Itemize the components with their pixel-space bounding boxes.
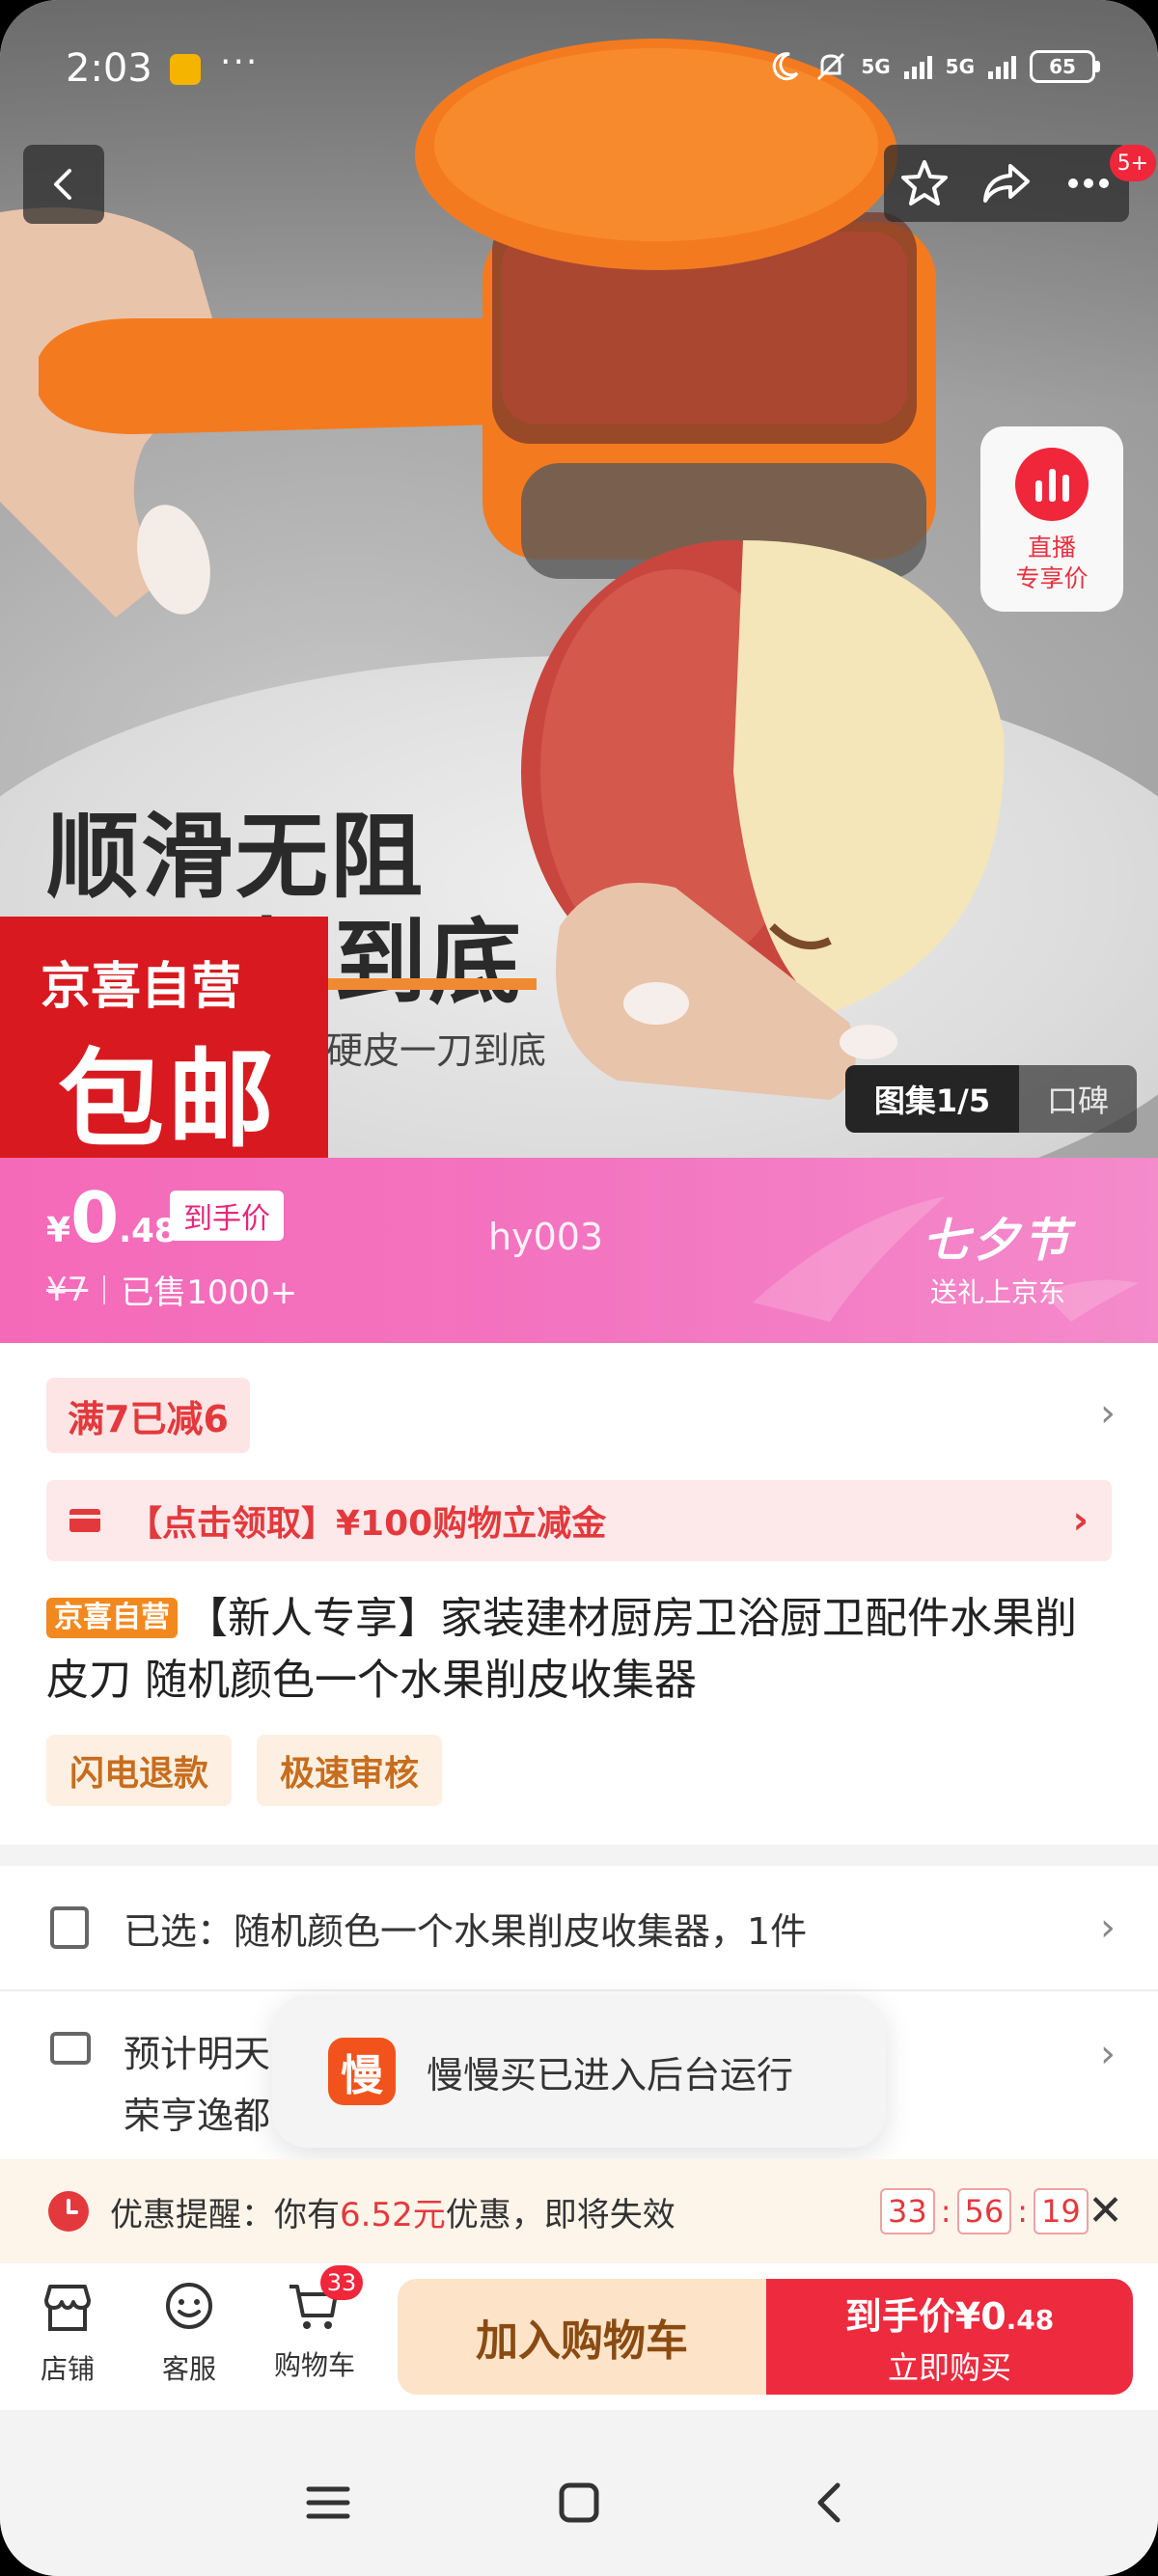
price-currency: ¥: [46, 1211, 71, 1250]
watermark-text: hy003: [488, 1216, 604, 1258]
selected-spec-row[interactable]: 已选：随机颜色一个水果削皮收集器，1件 ›: [0, 1866, 1158, 1991]
claim-coupon-bar[interactable]: 【点击领取】¥100购物立减金 ›: [46, 1480, 1112, 1561]
tab-reviews[interactable]: 口碑: [1019, 1077, 1137, 1121]
home-square-icon: [559, 2482, 599, 2523]
back-button[interactable]: [23, 145, 104, 224]
price-decimal: .48: [119, 1212, 178, 1250]
promo-badge-top: 京喜自营: [41, 958, 242, 1016]
tag-fast-refund: 闪电退款: [46, 1735, 233, 1806]
store-icon: [44, 2285, 91, 2331]
live-price-card[interactable]: 直播 专享价: [980, 426, 1123, 612]
spec-icon: [50, 1906, 89, 1949]
self-operated-badge: 京喜自营: [46, 1598, 178, 1638]
original-price: ¥7: [46, 1270, 89, 1309]
product-title-text: 【新人专享】家装建材厨房卫浴厨卫配件水果削皮刀 随机颜色一个水果削皮收集器: [46, 1594, 1077, 1705]
gallery-tabs: 图集1/5 口碑: [845, 1065, 1137, 1133]
system-navigation-bar: [0, 2410, 1158, 2576]
store-label: 店铺: [40, 2353, 95, 2385]
customer-service-button[interactable]: 客服: [141, 2279, 237, 2387]
tab-gallery[interactable]: 图集1/5: [845, 1065, 1019, 1133]
sold-count: 已售1000+: [121, 1274, 298, 1312]
network-type-1: 5G: [861, 55, 891, 78]
service-label: 客服: [161, 2353, 216, 2385]
background-toast: 慢 慢慢买已进入后台运行: [272, 1995, 886, 2148]
moon-icon: [773, 52, 799, 81]
clock-icon: [48, 2191, 89, 2232]
status-bar: 2:03 ··· 5G 5G 65: [0, 0, 1158, 135]
notification-app-icon: [170, 54, 201, 85]
chevron-left-icon: [54, 169, 71, 200]
network-type-2: 5G: [945, 55, 975, 78]
back-arrow-icon: [817, 2482, 841, 2523]
system-back-button[interactable]: [791, 2464, 868, 2541]
more-icon[interactable]: [1062, 156, 1116, 210]
chevron-right-icon: ›: [1072, 1498, 1089, 1543]
delivery-address: 荣亨逸都: [124, 2095, 271, 2137]
mute-icon: [817, 52, 845, 81]
countdown-minutes: 56: [956, 2188, 1012, 2234]
more-badge: 5+: [1109, 145, 1156, 181]
chevron-right-icon: ›: [1100, 1905, 1116, 1950]
countdown-timer: 33 : 56 : 19: [880, 2188, 1089, 2234]
promo-badge: 京喜自营 包邮: [0, 917, 328, 1158]
menu-icon: [306, 2486, 350, 2519]
cart-button[interactable]: 33 购物车: [266, 2265, 363, 2383]
product-title: 京喜自营 【新人专享】家装建材厨房卫浴厨卫配件水果削皮刀 随机颜色一个水果削皮收集…: [46, 1588, 1117, 1712]
product-detail: 满7已减6 › 【点击领取】¥100购物立减金 › 京喜自营 【新人专享】家装建材…: [0, 1343, 1158, 1845]
phone-screen: 顺滑无阻 削到底 硬皮一刀到底 京喜自营 包邮 直播 专享价 图集1/5 口碑 …: [0, 0, 1158, 2576]
buy-price-line: 到手价¥0.48: [844, 2294, 1055, 2338]
store-button[interactable]: 店铺: [19, 2279, 116, 2387]
card-icon: [69, 1509, 100, 1532]
hero-underline: [328, 978, 537, 990]
price-integer: 0: [70, 1177, 120, 1258]
festival-name: 七夕节: [922, 1214, 1073, 1268]
battery-icon: 65: [1030, 50, 1095, 83]
divider: [103, 1274, 106, 1304]
chat-icon: [166, 2283, 212, 2329]
add-to-cart-button[interactable]: 加入购物车: [398, 2279, 766, 2395]
delivery-estimate: 预计明天: [124, 2033, 271, 2075]
clock-time: 2:03: [66, 46, 152, 91]
chevron-right-icon[interactable]: ›: [1100, 1391, 1116, 1436]
reminder-amount: 6.52元: [340, 2195, 446, 2234]
home-button[interactable]: [540, 2464, 618, 2541]
price-band: ¥ 0 .48 到手价 ¥7 已售1000+ hy003 七夕节 送礼上京东: [0, 1158, 1158, 1343]
signal-icon-1: [903, 54, 932, 79]
final-price-tag: 到手价: [170, 1191, 284, 1241]
live-icon: [1015, 448, 1089, 521]
chevron-right-icon: ›: [1100, 2032, 1116, 2076]
more-notifications-icon: ···: [220, 42, 260, 82]
close-icon[interactable]: ✕: [1088, 2186, 1123, 2235]
claim-coupon-text: 【点击领取】¥100购物立减金: [127, 1504, 607, 1544]
toast-message: 慢慢买已进入后台运行: [427, 2053, 794, 2096]
countdown-hours: 33: [880, 2188, 935, 2234]
festival-subtitle: 送礼上京东: [929, 1276, 1065, 1308]
service-tags: 闪电退款 极速审核: [46, 1735, 443, 1806]
cart-label: 购物车: [273, 2349, 355, 2381]
selected-spec-text: 已选：随机颜色一个水果削皮收集器，1件: [124, 1909, 808, 1953]
bottom-action-bar: 店铺 客服 33 购物车 加入购物车 到手价¥0.48 立即购买: [0, 2263, 1158, 2410]
discount-reminder[interactable]: 优惠提醒：你有6.52元优惠，即将失效 33 : 56 : 19 ✕: [0, 2159, 1158, 2263]
menu-button[interactable]: [290, 2464, 367, 2541]
live-label-1: 直播: [1027, 534, 1076, 562]
coupon-badge[interactable]: 满7已减6: [46, 1378, 250, 1453]
signal-icon-2: [988, 54, 1016, 79]
share-icon[interactable]: [979, 156, 1034, 210]
reminder-text: 优惠提醒：你有6.52元优惠，即将失效: [110, 2195, 676, 2234]
top-action-group: [884, 145, 1129, 222]
promo-badge-big: 包邮: [58, 1038, 278, 1158]
star-icon[interactable]: [897, 156, 951, 210]
tag-fast-review: 极速审核: [257, 1735, 443, 1806]
live-label-2: 专享价: [1015, 564, 1089, 592]
truck-icon: [50, 2032, 91, 2065]
festival-banner: 七夕节 送礼上京东: [923, 1202, 1073, 1310]
cart-count-badge: 33: [320, 2265, 363, 2300]
countdown-seconds: 19: [1034, 2188, 1089, 2234]
buy-now-label: 立即购买: [887, 2348, 1011, 2386]
app-icon: 慢: [328, 2038, 396, 2105]
hero-subtitle: 硬皮一刀到底: [326, 1029, 547, 1072]
buy-now-button[interactable]: 到手价¥0.48 立即购买: [766, 2279, 1133, 2395]
